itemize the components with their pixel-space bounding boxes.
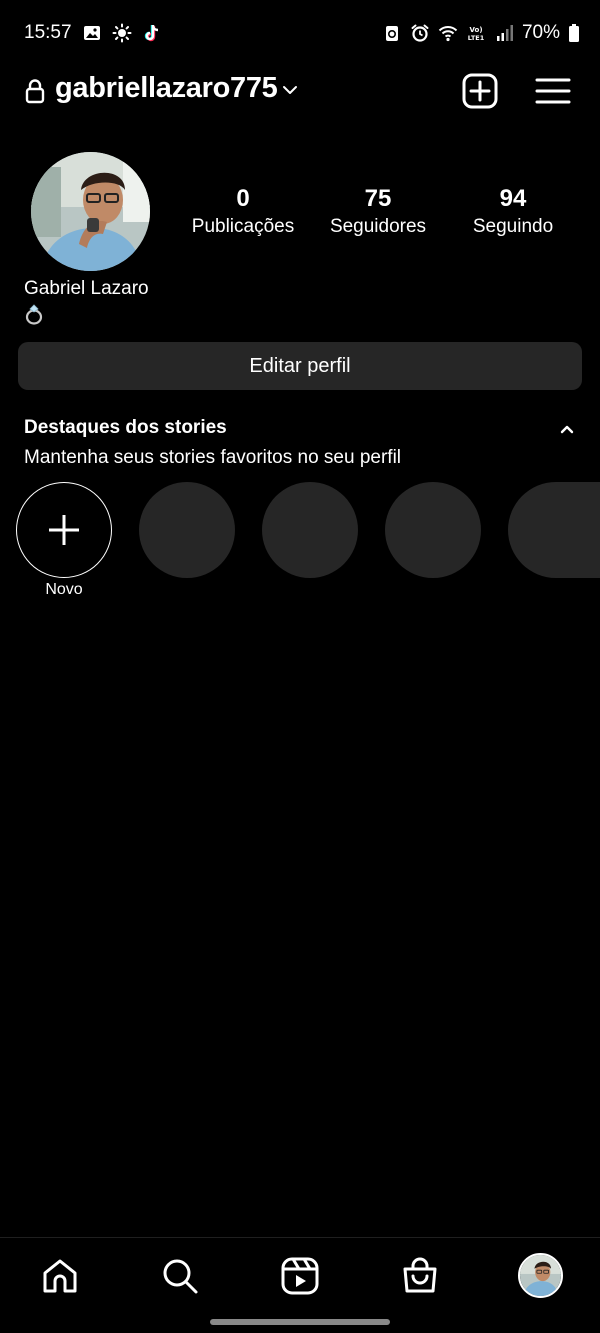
following-count: 94 [499,185,527,212]
chevron-down-icon[interactable] [280,80,300,100]
edit-profile-button[interactable]: Editar perfil [18,342,582,390]
search-icon[interactable] [160,1256,200,1296]
plus-icon [49,515,79,545]
image-icon [82,23,102,43]
svg-text:LTE1: LTE1 [468,34,485,42]
following-label: Seguindo [472,216,554,237]
status-right: Vo) LTE1 70% [382,22,580,44]
signal-icon [494,23,514,43]
highlight-placeholder [262,482,358,578]
recycle-icon [382,23,402,43]
hamburger-menu-icon[interactable] [534,72,572,110]
stat-followers[interactable]: 75 Seguidores [303,184,453,240]
home-indicator[interactable] [210,1319,390,1325]
tiktok-icon [142,23,162,43]
alarm-icon [410,23,430,43]
status-left: 15:57 [24,22,162,44]
posts-count: 0 [236,185,250,212]
wifi-icon [438,23,458,43]
svg-text:Vo): Vo) [469,26,482,34]
stat-following[interactable]: 94 Seguindo [438,184,588,240]
stat-posts[interactable]: 0 Publicações [168,184,318,240]
add-post-button[interactable] [461,72,499,110]
profile-header: gabriellazaro775 [0,68,600,114]
posts-label: Publicações [191,216,295,237]
highlights-subtitle: Mantenha seus stories favoritos no seu p… [24,447,402,468]
username[interactable]: gabriellazaro775 [55,72,278,105]
new-highlight-button[interactable] [16,482,112,578]
highlight-placeholder [385,482,481,578]
profile-tab-avatar[interactable] [518,1253,563,1298]
highlights-title: Destaques dos stories [24,417,227,438]
followers-count: 75 [364,185,392,212]
followers-label: Seguidores [329,216,427,237]
status-time: 15:57 [24,22,72,43]
new-highlight-label: Novo [45,581,83,598]
status-bar: 15:57 Vo) LTE1 70% [0,0,600,68]
highlight-placeholder [508,482,600,578]
battery-percentage: 70% [521,22,560,43]
brightness-icon [112,23,132,43]
highlight-placeholder [139,482,235,578]
display-name: Gabriel Lazaro [24,278,149,299]
battery-icon [568,23,580,43]
shop-icon[interactable] [400,1256,440,1296]
profile-avatar[interactable] [31,152,150,271]
reels-icon[interactable] [280,1256,320,1296]
home-icon[interactable] [40,1256,80,1296]
ring-icon [25,304,43,325]
chevron-up-icon[interactable] [556,420,578,438]
volte-icon: Vo) LTE1 [466,23,486,43]
lock-icon [25,79,45,104]
